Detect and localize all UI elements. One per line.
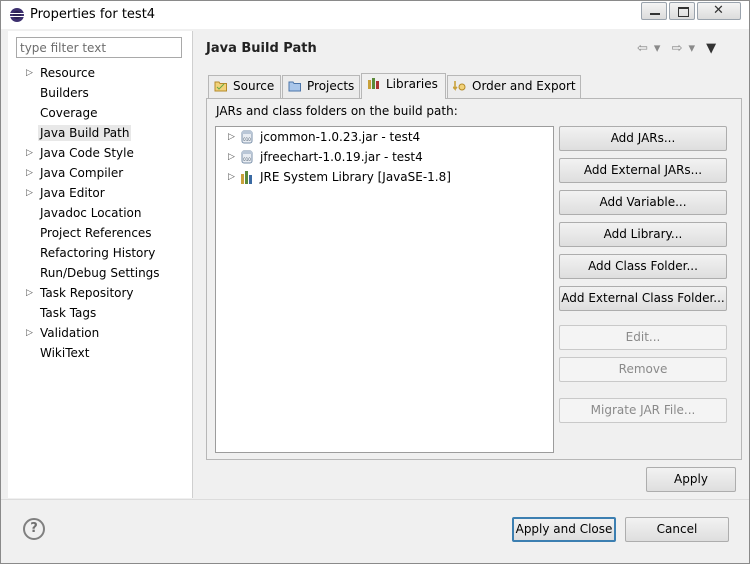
add-external-jars-button[interactable]: Add External JARs... <box>559 158 727 183</box>
svg-text:010: 010 <box>243 157 251 162</box>
left-pane: ▷ Resource Builders Coverage Java Build Path… <box>8 31 193 498</box>
tab-projects[interactable]: Projects <box>282 75 360 98</box>
remove-button[interactable]: Remove <box>559 357 727 382</box>
expand-arrow-icon[interactable]: ▷ <box>26 63 33 83</box>
tree-item-label: Java Build Path <box>38 125 132 141</box>
add-variable-button[interactable]: Add Variable... <box>559 190 727 215</box>
tree-item-label: Project References <box>40 226 152 240</box>
expand-arrow-icon[interactable]: ▷ <box>228 147 235 167</box>
tree-item-validation[interactable]: ▷ Validation <box>8 323 193 343</box>
title-bar: Properties for test4 <box>1 1 749 29</box>
build-path-label: JARs and class folders on the build path… <box>216 104 458 118</box>
tree-item-java-build-path[interactable]: Java Build Path <box>8 123 193 143</box>
tree-item-builders[interactable]: Builders <box>8 83 193 103</box>
expand-arrow-icon[interactable]: ▷ <box>26 283 33 303</box>
expand-arrow-icon[interactable]: ▷ <box>26 143 33 163</box>
order-export-icon <box>453 81 466 91</box>
libraries-list[interactable]: ▷ 010 jcommon-1.0.23.jar - test4 ▷ 010 jfreec… <box>215 126 554 453</box>
chevron-down-icon[interactable]: ▾ <box>654 41 662 56</box>
projects-folder-icon <box>288 81 301 92</box>
tree-item-coverage[interactable]: Coverage <box>8 103 193 123</box>
expand-arrow-icon[interactable]: ▷ <box>26 323 33 343</box>
tree-item-label: Java Code Style <box>40 146 134 160</box>
eclipse-icon <box>10 8 24 22</box>
svg-text:010: 010 <box>243 137 251 142</box>
tree-item-label: Resource <box>40 66 96 80</box>
library-row[interactable]: ▷ 010 jfreechart-1.0.19.jar - test4 <box>216 147 553 167</box>
apply-button[interactable]: Apply <box>646 467 736 492</box>
libraries-icon <box>368 78 379 89</box>
tree-item-label: Task Repository <box>40 286 134 300</box>
view-menu-icon[interactable]: ▼ <box>706 41 717 56</box>
tree-item-label: Builders <box>40 86 89 100</box>
migrate-jar-file-button[interactable]: Migrate JAR File... <box>559 398 727 423</box>
library-label: jcommon-1.0.23.jar - test4 <box>260 130 421 144</box>
add-external-class-folder-button[interactable]: Add External Class Folder... <box>559 286 727 311</box>
tree-item-task-tags[interactable]: Task Tags <box>8 303 193 323</box>
tree-item-run-debug-settings[interactable]: Run/Debug Settings <box>8 263 193 283</box>
tree-item-label: Java Compiler <box>40 166 124 180</box>
tree-item-label: WikiText <box>40 346 90 360</box>
library-label: jfreechart-1.0.19.jar - test4 <box>260 150 423 164</box>
tab-order-and-export[interactable]: Order and Export <box>447 75 581 98</box>
help-icon[interactable]: ? <box>23 518 45 540</box>
tree-item-label: Run/Debug Settings <box>40 266 160 280</box>
back-arrow-icon[interactable]: ⇦ <box>637 41 649 56</box>
library-icon <box>241 171 252 184</box>
library-row[interactable]: ▷ JRE System Library [JavaSE-1.8] <box>216 167 553 187</box>
filter-input[interactable] <box>16 37 182 58</box>
tree-item-label: Validation <box>40 326 100 340</box>
expand-arrow-icon[interactable]: ▷ <box>228 167 235 187</box>
expand-arrow-icon[interactable]: ▷ <box>26 163 33 183</box>
tree-item-java-compiler[interactable]: ▷ Java Compiler <box>8 163 193 183</box>
tree-item-task-repository[interactable]: ▷ Task Repository <box>8 283 193 303</box>
minimize-button[interactable] <box>641 2 667 20</box>
expand-arrow-icon[interactable]: ▷ <box>228 127 235 147</box>
jar-icon: 010 <box>241 130 253 144</box>
tree-item-label: Coverage <box>40 106 98 120</box>
properties-dialog: Properties for test4 ▷ Resource Builders Co… <box>0 0 750 564</box>
page-title: Java Build Path <box>206 41 317 56</box>
right-pane: Java Build Path ⇦ ▾ ⇨ ▾ ▼ Source Projects … <box>194 31 749 498</box>
window-title: Properties for test4 <box>30 7 156 22</box>
edit-button[interactable]: Edit... <box>559 325 727 350</box>
jar-icon: 010 <box>241 150 253 164</box>
tree-item-label: Refactoring History <box>40 246 156 260</box>
dialog-footer: ? Apply and Close Cancel <box>1 499 749 563</box>
history-nav: ⇦ ▾ ⇨ ▾ ▼ <box>637 41 722 56</box>
close-button[interactable] <box>697 2 741 20</box>
chevron-down-icon[interactable]: ▾ <box>688 41 696 56</box>
cancel-button[interactable]: Cancel <box>625 517 729 542</box>
tree-item-label: Java Editor <box>40 186 105 200</box>
library-row[interactable]: ▷ 010 jcommon-1.0.23.jar - test4 <box>216 127 553 147</box>
add-class-folder-button[interactable]: Add Class Folder... <box>559 254 727 279</box>
tree-item-wikitext[interactable]: WikiText <box>8 343 193 363</box>
library-label: JRE System Library [JavaSE-1.8] <box>260 170 451 184</box>
add-library-button[interactable]: Add Library... <box>559 222 727 247</box>
expand-arrow-icon[interactable]: ▷ <box>26 183 33 203</box>
tree-item-java-code-style[interactable]: ▷ Java Code Style <box>8 143 193 163</box>
tab-libraries[interactable]: Libraries <box>361 73 446 99</box>
maximize-button[interactable] <box>669 2 695 20</box>
tree-item-refactoring-history[interactable]: Refactoring History <box>8 243 193 263</box>
add-jars-button[interactable]: Add JARs... <box>559 126 727 151</box>
forward-arrow-icon[interactable]: ⇨ <box>672 41 684 56</box>
tab-source[interactable]: Source <box>208 75 281 98</box>
tree-item-javadoc-location[interactable]: Javadoc Location <box>8 203 193 223</box>
property-tree: ▷ Resource Builders Coverage Java Build Path… <box>8 63 193 363</box>
tree-item-project-references[interactable]: Project References <box>8 223 193 243</box>
apply-and-close-button[interactable]: Apply and Close <box>512 517 616 542</box>
tree-item-java-editor[interactable]: ▷ Java Editor <box>8 183 193 203</box>
tree-item-resource[interactable]: ▷ Resource <box>8 63 193 83</box>
libraries-panel: JARs and class folders on the build path… <box>206 98 742 460</box>
source-folder-icon <box>214 81 227 92</box>
tree-item-label: Javadoc Location <box>40 206 142 220</box>
tree-item-label: Task Tags <box>40 306 97 320</box>
